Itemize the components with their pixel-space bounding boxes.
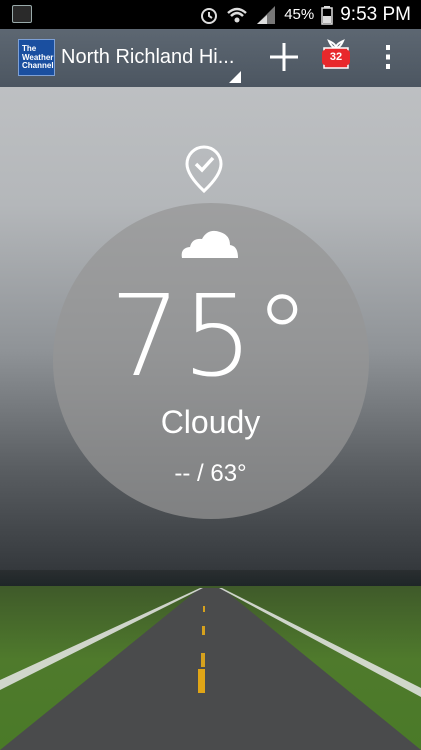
weather-channel-logo[interactable]: The Weather Channel bbox=[18, 39, 55, 76]
location-selector[interactable]: North Richland Hi... bbox=[61, 46, 241, 69]
plus-icon bbox=[270, 43, 298, 71]
overflow-menu-button[interactable] bbox=[380, 41, 396, 73]
overflow-menu-icon bbox=[386, 45, 390, 69]
location-check-icon[interactable] bbox=[184, 145, 224, 193]
add-location-button[interactable] bbox=[268, 41, 300, 73]
battery-icon bbox=[321, 5, 333, 25]
signal-icon bbox=[257, 5, 276, 24]
battery-percent: 45% bbox=[284, 6, 315, 23]
wifi-icon bbox=[227, 7, 248, 22]
current-temperature: 75° bbox=[109, 272, 312, 402]
gift-button[interactable]: 32 bbox=[320, 38, 352, 72]
gift-count-badge: 32 bbox=[322, 50, 350, 65]
app-bar: The Weather Channel North Richland Hi... bbox=[0, 29, 421, 87]
notification-icon bbox=[12, 5, 32, 23]
dropdown-indicator-icon bbox=[229, 71, 241, 83]
clock: 9:53 PM bbox=[340, 3, 411, 25]
cloud-icon bbox=[181, 230, 238, 258]
high-low-temperature: -- / 63° bbox=[174, 460, 247, 487]
current-condition: Cloudy bbox=[160, 404, 261, 440]
alarm-icon bbox=[201, 7, 218, 24]
status-bar: 45% 9:53 PM bbox=[0, 0, 421, 29]
